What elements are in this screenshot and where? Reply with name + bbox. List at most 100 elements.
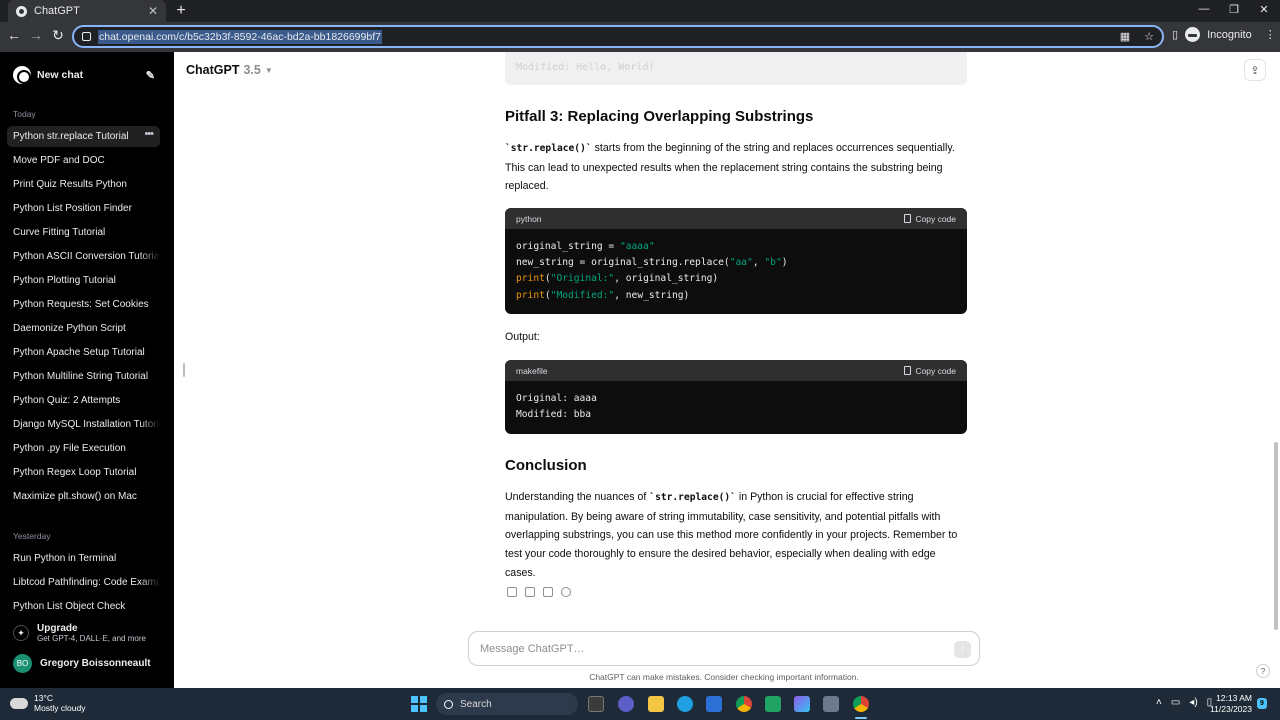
url-text[interactable]: chat.openai.com/c/b5c32b3f-8592-46ac-bd2…: [98, 29, 382, 44]
network-icon[interactable]: ▭: [1171, 697, 1180, 708]
chat-item[interactable]: Python ASCII Conversion Tutorial: [7, 246, 160, 267]
thumbs-down-icon[interactable]: [543, 587, 553, 597]
chat-item[interactable]: Libtcod Pathfinding: Code Example: [7, 572, 160, 593]
new-tab-icon[interactable]: +: [174, 2, 188, 20]
chat-item[interactable]: Python Requests: Set Cookies: [7, 294, 160, 315]
chat-item[interactable]: Python Quiz: 2 Attempts: [7, 390, 160, 411]
store-icon[interactable]: [706, 696, 722, 712]
window-close-icon[interactable]: ✕: [1256, 3, 1272, 16]
chat-item[interactable]: Python Plotting Tutorial: [7, 270, 160, 291]
chat-item[interactable]: Python Regex Loop Tutorial: [7, 462, 160, 483]
code-body: Original: aaaa Modified: bba: [516, 393, 597, 421]
output-label: Output:: [505, 331, 540, 343]
incognito-label[interactable]: Incognito: [1207, 29, 1252, 41]
chat-item[interactable]: Maximize plt.show() on Mac: [7, 486, 160, 507]
site-info-icon[interactable]: [82, 32, 91, 41]
send-arrow-icon[interactable]: ↑: [954, 641, 971, 658]
weather-condition: Mostly cloudy: [34, 703, 86, 713]
pitfall-paragraph: `str.replace()` starts from the beginnin…: [505, 139, 967, 196]
chat-item[interactable]: Python Multiline String Tutorial: [7, 366, 160, 387]
user-menu-button[interactable]: BO Gregory Boissonneault: [7, 651, 160, 675]
pitfall-heading: Pitfall 3: Replacing Overlapping Substri…: [505, 108, 814, 125]
chat-item[interactable]: Django MySQL Installation Tutorial: [7, 414, 160, 435]
chat-item-label: Python List Position Finder: [13, 203, 132, 214]
share-icon[interactable]: ⇪: [1244, 59, 1266, 81]
browser-toolbar: ← → ↻ chat.openai.com/c/b5c32b3f-8592-46…: [0, 22, 1280, 52]
tab-close-icon[interactable]: ✕: [148, 4, 158, 18]
chat-item[interactable]: Daemonize Python Script: [7, 318, 160, 339]
active-app-indicator: [855, 717, 867, 719]
help-icon[interactable]: ?: [1256, 664, 1270, 678]
chevron-up-icon[interactable]: ˄: [1156, 697, 1162, 708]
chat-item[interactable]: Run Python in Terminal: [7, 548, 160, 569]
file-explorer-icon[interactable]: [648, 696, 664, 712]
copy-icon[interactable]: [507, 587, 517, 597]
chat-item-label: Libtcod Pathfinding: Code Example: [13, 577, 160, 588]
message-input[interactable]: [480, 642, 920, 655]
bookmark-star-icon[interactable]: ☆: [1144, 30, 1154, 43]
chat-item[interactable]: Move PDF and DOC: [7, 150, 160, 171]
chat-item-label: Move PDF and DOC: [13, 155, 105, 166]
weather-widget[interactable]: 13°C Mostly cloudy: [8, 693, 86, 713]
upgrade-button[interactable]: ✦ Upgrade Get GPT-4, DALL·E, and more: [7, 620, 160, 646]
openai-logo-icon: [13, 66, 31, 84]
qr-code-icon[interactable]: ▦: [1120, 30, 1130, 43]
more-options-icon[interactable]: •••: [144, 128, 154, 140]
clock-date: 11/23/2023: [1210, 704, 1252, 714]
regenerate-icon[interactable]: [561, 587, 571, 597]
chat-item[interactable]: Python .py File Execution: [7, 438, 160, 459]
taskbar-search[interactable]: Search: [436, 693, 578, 715]
chrome-icon[interactable]: [736, 696, 752, 712]
copy-code-label: Copy code: [915, 213, 956, 224]
copy-code-button[interactable]: Copy code: [904, 214, 956, 224]
minimize-icon[interactable]: —: [1196, 3, 1212, 15]
code-block-python: python Copy code original_string = "aaaa…: [505, 208, 967, 314]
copy-code-button[interactable]: Copy code: [904, 366, 956, 376]
edge-icon[interactable]: [677, 696, 693, 712]
chat-item[interactable]: Python List Position Finder: [7, 198, 160, 219]
back-arrow-icon[interactable]: ←: [6, 27, 22, 43]
browser-menu-icon[interactable]: ⋮: [1265, 28, 1276, 41]
chrome-incognito-icon[interactable]: [853, 696, 869, 712]
browser-tab[interactable]: ChatGPT ✕: [8, 0, 166, 22]
sidebar-toggle-handle[interactable]: [183, 363, 185, 377]
code-block-output: makefile Copy code Original: aaaa Modifi…: [505, 360, 967, 434]
chat-item-active[interactable]: Python str.replace Tutorial •••: [7, 126, 160, 147]
forward-arrow-icon[interactable]: →: [28, 27, 44, 43]
code-token: ): [781, 257, 788, 269]
chat-item[interactable]: Python Apache Setup Tutorial: [7, 342, 160, 363]
system-tray: ˄ ▭ ◂) ▯: [1156, 697, 1212, 708]
scrollbar[interactable]: [1274, 442, 1278, 630]
new-chat-button[interactable]: New chat ✎: [6, 62, 162, 88]
user-name: Gregory Boissonneault: [40, 657, 151, 669]
chat-item[interactable]: Python List Object Check: [7, 596, 160, 617]
address-bar[interactable]: chat.openai.com/c/b5c32b3f-8592-46ac-bd2…: [72, 25, 1164, 48]
upgrade-title: Upgrade: [37, 623, 78, 634]
chat-item-label: Python str.replace Tutorial: [13, 131, 129, 142]
task-view-icon[interactable]: [588, 696, 604, 712]
avatar: BO: [13, 653, 32, 673]
notification-badge[interactable]: 9: [1257, 698, 1267, 709]
chat-item[interactable]: Curve Fitting Tutorial: [7, 222, 160, 243]
model-selector[interactable]: ChatGPT 3.5 ▼: [186, 63, 273, 77]
windows-start-icon[interactable]: [411, 696, 427, 712]
excel-icon[interactable]: [765, 696, 781, 712]
chat-item-label: Python Apache Setup Tutorial: [13, 347, 145, 358]
chat-item[interactable]: Print Quiz Results Python: [7, 174, 160, 195]
code-token: print: [516, 273, 545, 285]
clipboard-icon: [904, 214, 912, 223]
code-token: , new_string): [614, 289, 690, 301]
teams-chat-icon[interactable]: [618, 696, 634, 712]
inline-code: `str.replace()`: [505, 143, 592, 154]
app-icon[interactable]: [823, 696, 839, 712]
app-icon[interactable]: [794, 696, 810, 712]
clock[interactable]: 12:13 AM 11/23/2023: [1210, 693, 1252, 715]
side-panel-icon[interactable]: ▯: [1172, 28, 1178, 41]
reload-icon[interactable]: ↻: [50, 27, 66, 44]
restore-icon[interactable]: ❐: [1226, 3, 1242, 16]
compose-icon[interactable]: ✎: [146, 69, 155, 82]
code-token: original_string =: [516, 241, 620, 252]
volume-icon[interactable]: ◂): [1189, 697, 1197, 708]
thumbs-up-icon[interactable]: [525, 587, 535, 597]
code-token: , original_string): [614, 273, 719, 285]
